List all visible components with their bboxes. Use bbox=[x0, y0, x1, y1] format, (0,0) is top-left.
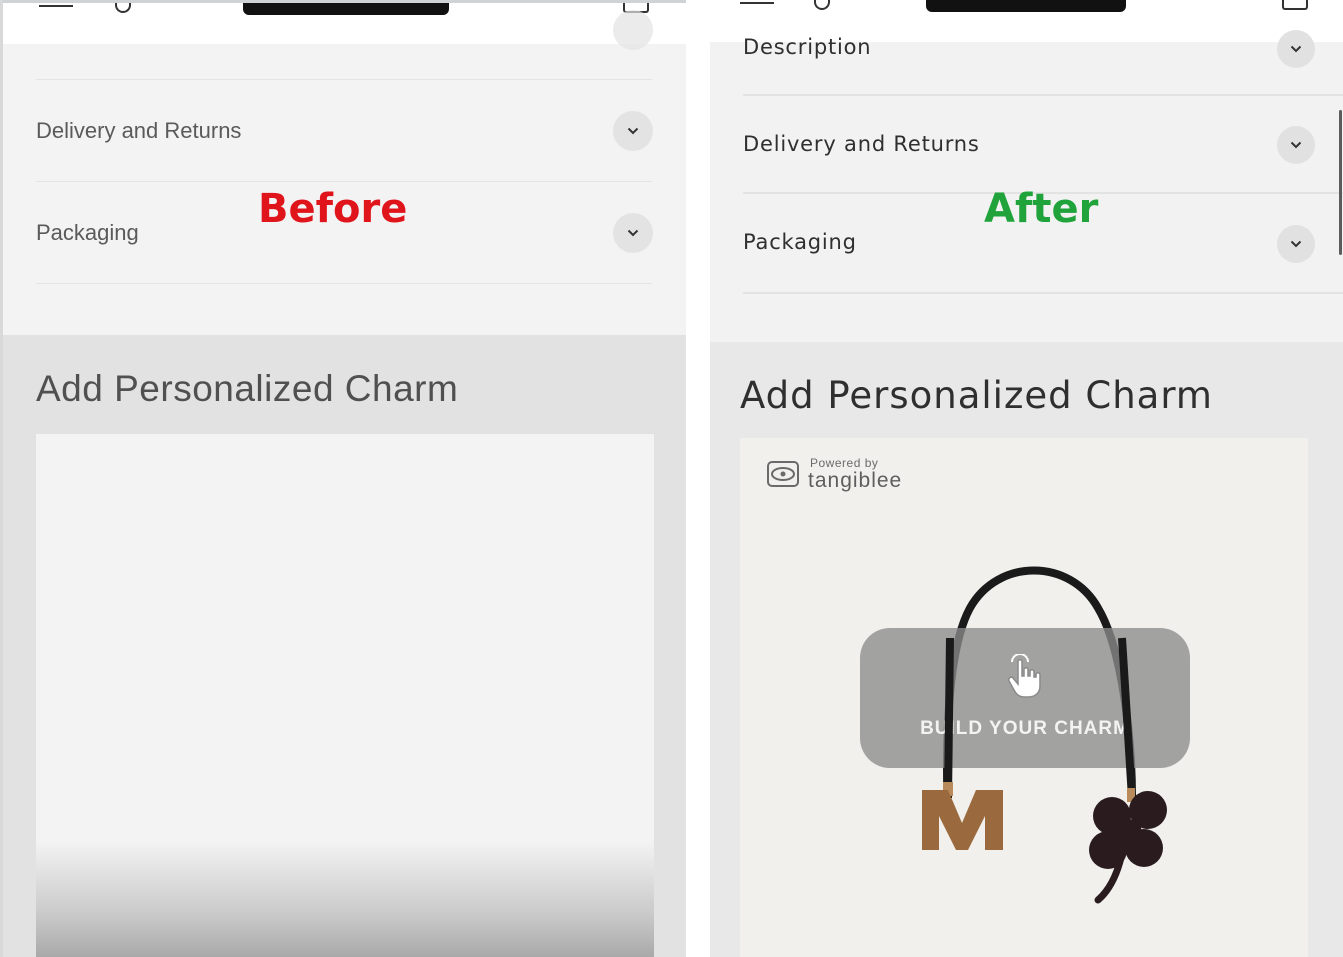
build-your-charm-button[interactable]: BUILD YOUR CHARM bbox=[860, 628, 1190, 768]
accordion-item-description[interactable]: Description bbox=[743, 30, 1343, 96]
accordion-label: Description bbox=[743, 35, 872, 59]
before-screenshot: Delivery and Returns Packaging Add Perso… bbox=[0, 0, 686, 957]
charm-section-title: Add Personalized Charm bbox=[36, 368, 459, 409]
accordion-item-delivery[interactable]: Delivery and Returns bbox=[36, 80, 653, 182]
accordion-divider bbox=[36, 44, 652, 80]
hand-pointer-icon bbox=[1008, 654, 1041, 698]
chevron-down-icon[interactable] bbox=[1277, 30, 1315, 68]
after-label: After bbox=[984, 186, 1099, 232]
search-icon[interactable] bbox=[115, 3, 131, 13]
after-screenshot: Description Delivery and Returns Packagi… bbox=[710, 0, 1343, 957]
bag-icon[interactable] bbox=[1282, 0, 1308, 10]
accordion-label: Packaging bbox=[743, 230, 857, 254]
search-icon[interactable] bbox=[814, 0, 830, 10]
accordion-label: Delivery and Returns bbox=[36, 118, 242, 143]
chevron-down-icon[interactable] bbox=[613, 213, 653, 253]
accordion-label: Packaging bbox=[36, 220, 139, 245]
hamburger-icon[interactable] bbox=[740, 2, 774, 4]
before-label: Before bbox=[258, 186, 408, 232]
chevron-down-icon[interactable] bbox=[1277, 225, 1315, 263]
chevron-down-icon[interactable] bbox=[1277, 126, 1315, 164]
site-logo[interactable] bbox=[243, 3, 449, 15]
accordion-item-delivery[interactable]: Delivery and Returns bbox=[743, 96, 1343, 194]
charm-widget-empty bbox=[36, 434, 654, 957]
charm-section-title: Add Personalized Charm bbox=[740, 374, 1213, 417]
accordion-label: Delivery and Returns bbox=[743, 132, 980, 156]
site-logo[interactable] bbox=[926, 0, 1126, 12]
scrollbar-thumb[interactable] bbox=[1339, 110, 1342, 255]
site-header bbox=[3, 0, 686, 44]
build-button-label: BUILD YOUR CHARM bbox=[920, 718, 1130, 739]
charm-widget: Powered by tangiblee BUILD YOUR CHARM bbox=[740, 438, 1308, 957]
hamburger-icon[interactable] bbox=[39, 5, 73, 7]
comparison-stage: Delivery and Returns Packaging Add Perso… bbox=[0, 0, 1343, 957]
chevron-down-icon[interactable] bbox=[613, 111, 653, 151]
